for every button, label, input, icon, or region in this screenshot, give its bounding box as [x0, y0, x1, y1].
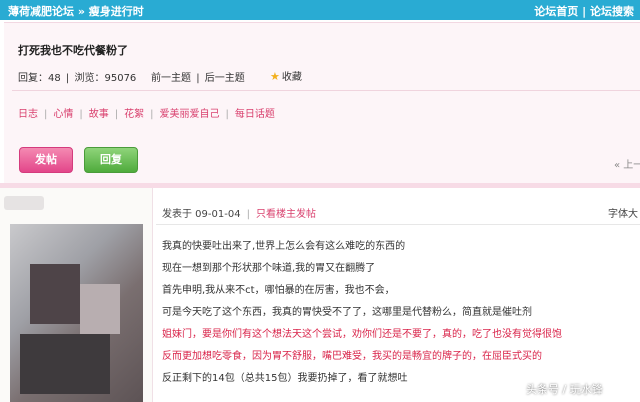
category-separator: |: [79, 109, 83, 120]
breadcrumb-forum-link[interactable]: 薄荷减肥论坛: [8, 5, 74, 18]
avatar-pixel-block: [20, 334, 110, 394]
post-date: 发表于 09-01-04: [162, 209, 241, 220]
forum-home-link[interactable]: 论坛首页: [534, 5, 578, 18]
divider: [12, 90, 640, 91]
top-navigation-bar: 薄荷减肥论坛 » 瘦身进行时 论坛首页 | 论坛搜索: [0, 0, 640, 20]
post-line-highlight: 姐妹门，要是你们有这个想法天这个尝试，劝你们还是不要了，真的，吃了也没有觉得很饱: [162, 329, 562, 340]
category-separator: |: [150, 109, 154, 120]
thread-title: 打死我也不吃代餐粉了: [18, 44, 128, 57]
category-separator: |: [114, 109, 119, 120]
category-link[interactable]: 心情: [53, 109, 73, 120]
post-line-highlight: 反而更加想吃零食，因为胃不舒服，嘴巴难受，我买的是畅宜的牌子的，在屈臣式买的: [162, 351, 542, 362]
thread-meta: 回复：48 | 浏览：95076 前一主题 | 后一主题: [18, 69, 247, 84]
category-link[interactable]: 故事: [89, 109, 109, 120]
thread-nav-separator: |: [196, 73, 200, 84]
post-line: 我真的快要吐出来了,世界上怎么会有这么难吃的东西的: [162, 241, 406, 252]
forum-search-link[interactable]: 论坛搜索: [590, 5, 634, 18]
reply-count: 回复：48: [18, 73, 61, 84]
category-separator: |: [44, 109, 48, 120]
category-link[interactable]: 每日话题: [235, 109, 275, 120]
watermark: 头条号 / 玩水锋: [526, 383, 603, 396]
previous-page-link[interactable]: « 上一: [614, 156, 640, 171]
only-author-link[interactable]: 只看楼主发帖: [256, 209, 316, 220]
avatar-pixel-block: [30, 264, 80, 324]
star-icon: ★: [270, 70, 280, 83]
font-size-control[interactable]: 字体大: [608, 205, 638, 220]
post-line: 首先申明,我从来不ct，哪怕暴的在厉害，我也不会，: [162, 285, 395, 296]
post-line: 现在一想到那个形状那个味道,我的胃又在翻腾了: [162, 263, 376, 274]
view-count: 浏览：95076: [74, 73, 137, 84]
prev-thread-link[interactable]: 前一主题: [151, 73, 191, 84]
avatar-pixel-block: [80, 284, 120, 334]
category-link[interactable]: 爱美丽爱自己: [160, 109, 220, 120]
reply-button[interactable]: 回复: [84, 147, 138, 173]
meta-separator: |: [65, 73, 70, 84]
category-separator: |: [225, 109, 229, 120]
category-links: 日志 | 心情 | 故事 | 花絮 | 爱美丽爱自己 | 每日话题: [18, 105, 275, 120]
post-content: 我真的快要吐出来了,世界上怎么会有这么难吃的东西的 现在一想到那个形状那个味道,…: [162, 236, 640, 390]
next-thread-link[interactable]: 后一主题: [205, 73, 245, 84]
breadcrumb-separator: »: [77, 5, 85, 18]
top-links-separator: |: [582, 5, 587, 18]
top-links: 论坛首页 | 论坛搜索: [534, 3, 634, 19]
favorite-label: 收藏: [281, 72, 302, 83]
favorite-button[interactable]: ★ 收藏: [270, 68, 302, 83]
breadcrumb: 薄荷减肥论坛 » 瘦身进行时: [8, 3, 144, 19]
author-name-blurred: [4, 196, 44, 210]
category-link[interactable]: 日志: [18, 109, 38, 120]
category-link[interactable]: 花絮: [124, 109, 144, 120]
post-header-separator: |: [246, 209, 250, 220]
post-line: 可是今天吃了这个东西，我真的胃快受不了了，这哪里是代替粉么，简直就是催吐剂: [162, 307, 532, 318]
new-post-button[interactable]: 发帖: [19, 147, 73, 173]
post-header: 发表于 09-01-04 | 只看楼主发帖: [162, 205, 316, 220]
avatar[interactable]: [10, 224, 143, 402]
post-header-divider: [156, 224, 640, 225]
breadcrumb-section-link[interactable]: 瘦身进行时: [89, 5, 144, 18]
